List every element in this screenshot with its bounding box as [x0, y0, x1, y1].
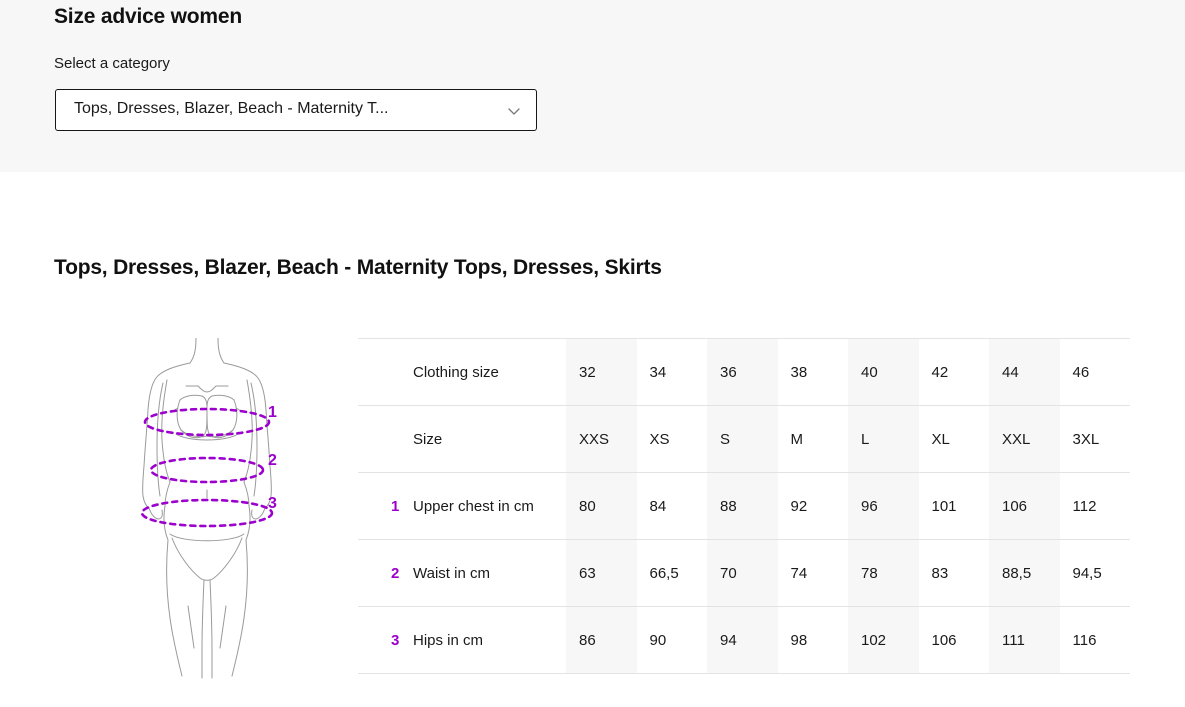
row-label-cell: Clothing size: [358, 338, 566, 406]
table-cell: 86: [566, 606, 637, 674]
row-marker: 2: [391, 564, 400, 582]
figure-marker-1: 1: [268, 404, 277, 421]
chevron-down-icon: [506, 103, 522, 119]
row-label: Hips in cm: [413, 631, 484, 649]
table-cell: 38: [777, 338, 848, 406]
female-body-measurement-diagram: [118, 338, 308, 680]
table-cell: 106: [918, 606, 989, 674]
row-marker: 3: [391, 631, 400, 649]
row-marker: 1: [391, 497, 400, 515]
table-cell: L: [848, 405, 919, 473]
table-cell: 63: [566, 539, 637, 607]
row-label-cell: 2 Waist in cm: [358, 539, 566, 607]
table-cell: 80: [566, 472, 637, 540]
row-label: Waist in cm: [413, 564, 490, 582]
size-chart-table: Clothing size 32 34 36 38 40 42 44 46 Si…: [358, 338, 1130, 674]
section-title: Tops, Dresses, Blazer, Beach - Maternity…: [54, 256, 662, 279]
row-label: Upper chest in cm: [413, 497, 534, 515]
row-label-cell: Size: [358, 405, 566, 473]
table-cell: 98: [777, 606, 848, 674]
table-cell: 36: [707, 338, 778, 406]
table-row: Size XXS XS S M L XL XXL 3XL: [358, 405, 1130, 473]
table-cell: 66,5: [636, 539, 707, 607]
table-cell: XXS: [566, 405, 637, 473]
table-cell: 101: [918, 472, 989, 540]
table-cell: 70: [707, 539, 778, 607]
table-cell: 106: [989, 472, 1060, 540]
table-cell: 83: [918, 539, 989, 607]
table-cell: 34: [636, 338, 707, 406]
table-cell: 78: [848, 539, 919, 607]
table-row: Clothing size 32 34 36 38 40 42 44 46: [358, 338, 1130, 406]
table-cell: 102: [848, 606, 919, 674]
category-select-label: Select a category: [54, 55, 170, 72]
table-cell: M: [777, 405, 848, 473]
table-cell: 44: [989, 338, 1060, 406]
table-cell: 94: [707, 606, 778, 674]
table-cell: 40: [848, 338, 919, 406]
table-cell: S: [707, 405, 778, 473]
table-cell: 74: [777, 539, 848, 607]
category-select-value: Tops, Dresses, Blazer, Beach - Maternity…: [74, 100, 389, 117]
table-cell: XXL: [989, 405, 1060, 473]
figure-marker-2: 2: [268, 452, 277, 469]
table-cell: 3XL: [1059, 405, 1130, 473]
row-label-cell: 3 Hips in cm: [358, 606, 566, 674]
table-cell: 88,5: [989, 539, 1060, 607]
row-label-cell: 1 Upper chest in cm: [358, 472, 566, 540]
row-label: Clothing size: [413, 363, 499, 381]
figure-marker-3: 3: [268, 495, 277, 512]
table-cell: 96: [848, 472, 919, 540]
table-cell: XL: [918, 405, 989, 473]
page-title: Size advice women: [54, 5, 243, 28]
table-cell: 88: [707, 472, 778, 540]
table-cell: 32: [566, 338, 637, 406]
category-select[interactable]: Tops, Dresses, Blazer, Beach - Maternity…: [55, 89, 537, 131]
table-cell: 94,5: [1059, 539, 1130, 607]
table-cell: 84: [636, 472, 707, 540]
table-cell: 111: [989, 606, 1060, 674]
table-cell: 42: [918, 338, 989, 406]
row-label: Size: [413, 430, 443, 448]
table-row: 1 Upper chest in cm 80 84 88 92 96 101 10…: [358, 472, 1130, 540]
table-cell: 92: [777, 472, 848, 540]
table-row: 2 Waist in cm 63 66,5 70 74 78 83 88,5 94…: [358, 539, 1130, 607]
table-cell: 46: [1059, 338, 1130, 406]
table-cell: XS: [636, 405, 707, 473]
table-cell: 112: [1059, 472, 1130, 540]
size-chart-body: Clothing size 32 34 36 38 40 42 44 46 Si…: [358, 338, 1130, 674]
table-cell: 116: [1059, 606, 1130, 674]
table-cell: 90: [636, 606, 707, 674]
table-row: 3 Hips in cm 86 90 94 98 102 106 111 116: [358, 606, 1130, 674]
